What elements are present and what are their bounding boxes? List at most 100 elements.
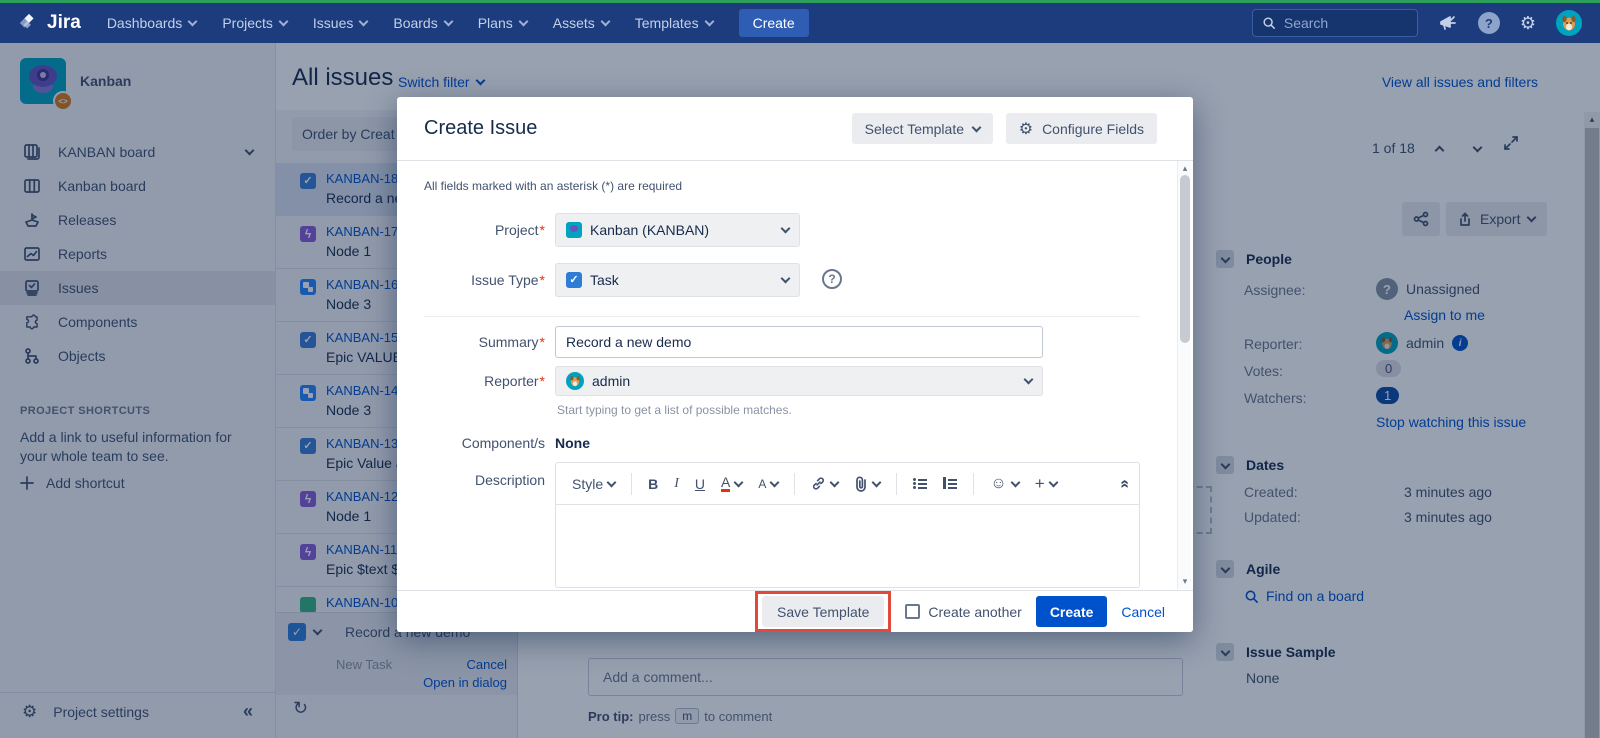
underline-button[interactable]: U <box>689 472 711 496</box>
cancel-link[interactable]: Cancel <box>1121 604 1165 620</box>
description-field-label: Description <box>397 472 545 488</box>
issue-type-help-icon[interactable]: ? <box>822 269 842 289</box>
issue-type-field-label: Issue Type <box>397 272 545 288</box>
navbar-right: ? ⚙ <box>1252 9 1582 37</box>
top-navbar: Jira Dashboards Projects Issues <box>0 3 1600 43</box>
insert-more-dropdown[interactable]: + <box>1029 470 1063 498</box>
project-select[interactable]: Kanban (KANBAN) <box>555 213 800 247</box>
create-issue-modal: Create Issue Select Template ⚙ Configure… <box>397 97 1193 632</box>
paperclip-icon <box>854 476 868 492</box>
issue-type-select-value: Task <box>590 272 619 288</box>
nav-menu-label: Issues <box>313 15 353 31</box>
chevron-down-icon <box>704 17 714 27</box>
save-template-button[interactable]: Save Template <box>762 596 884 627</box>
nav-menu-item[interactable]: Boards <box>393 15 451 31</box>
emoji-icon: ☺ <box>990 475 1006 493</box>
required-fields-note: All fields marked with an asterisk (*) a… <box>424 179 682 193</box>
link-icon <box>811 476 826 491</box>
nav-menu-item[interactable]: Dashboards <box>107 15 197 31</box>
reporter-avatar <box>566 372 584 390</box>
reporter-select-value: admin <box>592 373 630 389</box>
bold-button[interactable]: B <box>642 472 664 496</box>
nav-menu-item[interactable]: Projects <box>222 15 287 31</box>
create-submit-button[interactable]: Create <box>1036 596 1108 627</box>
chevron-down-icon <box>781 274 791 284</box>
nav-menu-label: Plans <box>478 15 513 31</box>
configure-fields-label: Configure Fields <box>1042 121 1144 137</box>
global-search[interactable] <box>1252 9 1418 37</box>
description-textarea[interactable] <box>556 505 1139 588</box>
issue-type-select[interactable]: ✓ Task <box>555 263 800 297</box>
nav-menu-item[interactable]: Issues <box>313 15 367 31</box>
jira-logo[interactable]: Jira <box>18 12 81 34</box>
nav-menu-item[interactable]: Assets <box>553 15 609 31</box>
style-dropdown[interactable]: Style <box>566 472 621 496</box>
collapse-toolbar-icon[interactable]: « <box>1116 479 1134 488</box>
scroll-up-icon[interactable]: ▴ <box>1178 163 1192 174</box>
reporter-select[interactable]: admin <box>555 366 1043 396</box>
chevron-down-icon <box>278 17 288 27</box>
bullet-list-button[interactable] <box>907 473 933 495</box>
attach-dropdown[interactable] <box>848 472 886 496</box>
nav-menu-item[interactable]: Plans <box>478 15 527 31</box>
chevron-down-icon <box>443 17 453 27</box>
summary-input[interactable] <box>555 326 1043 358</box>
gear-icon[interactable]: ⚙ <box>1520 14 1536 32</box>
configure-fields-button[interactable]: ⚙ Configure Fields <box>1006 113 1157 144</box>
project-field-label: Project <box>397 222 545 238</box>
select-template-label: Select Template <box>865 121 964 137</box>
plus-icon: + <box>1035 474 1045 494</box>
chevron-down-icon <box>972 122 982 132</box>
components-value: None <box>555 435 590 451</box>
nav-menu-label: Dashboards <box>107 15 183 31</box>
chevron-down-icon <box>781 224 791 234</box>
nav-menu-label: Templates <box>635 15 699 31</box>
reporter-field-label: Reporter <box>397 373 545 389</box>
form-divider <box>424 316 1140 317</box>
link-dropdown[interactable] <box>805 472 844 495</box>
annotation-highlight-box: Save Template <box>755 591 891 632</box>
nav-menu-item[interactable]: Templates <box>635 15 713 31</box>
nav-menu-label: Projects <box>222 15 273 31</box>
modal-footer: Save Template Create another Create Canc… <box>397 590 1193 632</box>
task-type-icon: ✓ <box>566 272 582 288</box>
chevron-down-icon <box>188 17 198 27</box>
emoji-dropdown[interactable]: ☺ <box>984 471 1024 497</box>
announcements-icon[interactable] <box>1438 14 1458 32</box>
modal-scrollbar[interactable]: ▴ ▾ <box>1177 161 1191 589</box>
gear-icon: ⚙ <box>1019 119 1033 139</box>
chevron-down-icon <box>359 17 369 27</box>
jira-logo-text: Jira <box>47 12 81 34</box>
nav-menus: Dashboards Projects Issues Boards <box>107 15 713 31</box>
reporter-help-text: Start typing to get a list of possible m… <box>557 403 792 417</box>
numbered-list-button[interactable] <box>937 473 963 495</box>
jira-logo-icon <box>18 12 40 34</box>
search-input[interactable] <box>1284 15 1404 31</box>
scroll-down-icon[interactable]: ▾ <box>1178 576 1192 587</box>
modal-header-divider <box>397 160 1193 161</box>
scrollbar-thumb[interactable] <box>1180 175 1190 343</box>
chevron-down-icon <box>1024 375 1034 385</box>
help-icon[interactable]: ? <box>1478 12 1500 34</box>
create-another-checkbox[interactable] <box>905 604 920 619</box>
text-format-dropdown[interactable]: A <box>752 473 784 495</box>
create-another-label: Create another <box>928 604 1021 620</box>
project-select-value: Kanban (KANBAN) <box>590 222 709 238</box>
editor-toolbar: Style B I U A A ☺ <box>556 463 1139 505</box>
modal-title: Create Issue <box>424 117 537 140</box>
jira-app: Jira Dashboards Projects Issues <box>0 0 1600 738</box>
select-template-dropdown[interactable]: Select Template <box>852 113 993 144</box>
summary-field-label: Summary <box>397 334 545 350</box>
create-button[interactable]: Create <box>739 9 809 37</box>
italic-button[interactable]: I <box>668 472 685 496</box>
user-avatar[interactable] <box>1556 10 1582 36</box>
search-icon <box>1262 16 1276 30</box>
chevron-down-icon <box>600 17 610 27</box>
description-editor[interactable]: Style B I U A A ☺ <box>555 462 1140 588</box>
text-color-dropdown[interactable]: A <box>715 472 748 496</box>
dog-avatar-image <box>1559 13 1579 33</box>
nav-menu-label: Boards <box>393 15 437 31</box>
components-field-label: Component/s <box>397 435 545 451</box>
nav-menu-label: Assets <box>553 15 595 31</box>
project-avatar-icon <box>566 222 582 238</box>
